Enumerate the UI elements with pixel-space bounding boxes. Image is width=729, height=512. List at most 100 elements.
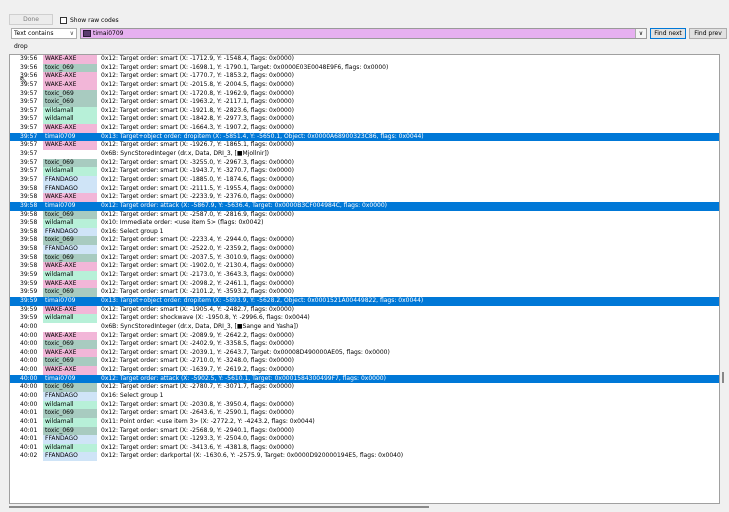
filter-mode-select[interactable]: Text contains ∨ — [11, 28, 77, 39]
log-time: 39:57 — [20, 124, 38, 132]
log-time: 39:58 — [20, 262, 38, 270]
log-time: 40:01 — [20, 435, 38, 443]
horizontal-scrollbar[interactable] — [9, 504, 720, 512]
find-next-button[interactable]: Find next — [650, 28, 686, 39]
log-row[interactable]: 39:57 0x6B: SyncStoredInteger (dr.x, Data… — [10, 150, 719, 159]
log-row[interactable]: 39:57 wildamall 0x12: Target order: smart … — [10, 106, 719, 116]
log-row[interactable]: 39:57 toxic_069 0x12: Target order: smart … — [10, 89, 719, 99]
log-row[interactable]: 40:00 wildamall 0x12: Target order: smart … — [10, 400, 719, 410]
log-row[interactable]: 39:59 wildamall 0x12: Target order: shockw… — [10, 314, 719, 323]
log-row[interactable]: 40:00 FFANDAGO 0x16: Select group 1 — [10, 391, 719, 401]
log-player: WAKE-AXE — [43, 262, 97, 272]
log-player: WAKE-AXE — [43, 141, 97, 151]
log-player: toxic_069 — [43, 340, 97, 349]
log-row[interactable]: 39:58 WAKE-AXE 0x12: Target order: smart (… — [10, 262, 719, 272]
log-message: 0x13: Target+object order: dropitem (X: … — [101, 132, 424, 140]
log-message: 0x12: Target order: smart (X: -1293.3, Y… — [101, 435, 295, 443]
log-row[interactable]: 39:56 WAKE-AXE 0x12: Target order: smart (… — [10, 72, 719, 81]
log-player: toxic_069 — [43, 63, 97, 73]
log-row[interactable]: 40:01 wildamall 0x12: Target order: smart … — [10, 443, 719, 453]
log-row[interactable]: 39:58 wildamall 0x10: Immediate order: <us… — [10, 219, 719, 228]
log-row[interactable]: 39:58 toxic_069 0x12: Target order: smart … — [10, 236, 719, 246]
log-row[interactable]: 40:00 0x6B: SyncStoredInteger (dr.x, Data… — [10, 323, 719, 332]
log-message: 0x12: Target order: smart (X: -2015.8, Y… — [101, 80, 295, 88]
log-row[interactable]: 39:57 wildamall 0x12: Target order: smart … — [10, 167, 719, 176]
log-row[interactable]: 40:01 toxic_069 0x12: Target order: smart … — [10, 409, 719, 418]
log-player: WAKE-AXE — [43, 279, 97, 289]
log-message: 0x12: Target order: smart (X: -1943.7, Y… — [101, 167, 295, 175]
log-player: wildamall — [43, 106, 97, 116]
log-time: 39:59 — [20, 296, 38, 304]
log-time: 39:57 — [20, 158, 38, 166]
log-message: 0x12: Target order: smart (X: -1921.8, Y… — [101, 106, 295, 114]
log-row[interactable]: 39:58 toxic_069 0x12: Target order: smart … — [10, 210, 719, 220]
log-row[interactable]: 39:59 WAKE-AXE 0x12: Target order: smart (… — [10, 305, 719, 315]
log-row[interactable]: 40:00 timai0709 0x12: Target order: attack… — [10, 374, 719, 384]
log-row[interactable]: 40:00 WAKE-AXE 0x12: Target order: smart (… — [10, 348, 719, 358]
log-row[interactable]: 39:57 FFANDAGO 0x12: Target order: smart (… — [10, 175, 719, 185]
player-search-input[interactable]: timai0709 ∨ — [80, 28, 647, 39]
log-row[interactable]: 40:01 FFANDAGO 0x12: Target order: smart (… — [10, 435, 719, 444]
scrollbar-thumb[interactable] — [722, 372, 724, 383]
log-message: 0x12: Target order: smart (X: -2233.9, Y… — [101, 193, 295, 201]
log-row[interactable]: 40:00 toxic_069 0x12: Target order: smart … — [10, 383, 719, 392]
log-row[interactable]: 40:00 toxic_069 0x12: Target order: smart … — [10, 357, 719, 367]
chevron-down-icon[interactable]: ∨ — [635, 29, 646, 38]
log-row[interactable]: 39:57 WAKE-AXE 0x12: Target order: smart (… — [10, 80, 719, 90]
log-row[interactable]: 39:57 toxic_069 0x12: Target order: smart … — [10, 98, 719, 107]
log-row[interactable]: 40:00 WAKE-AXE 0x12: Target order: smart (… — [10, 331, 719, 341]
done-button[interactable]: Done — [9, 14, 53, 25]
log-row[interactable]: 40:00 WAKE-AXE 0x12: Target order: smart (… — [10, 366, 719, 375]
vertical-scrollbar[interactable] — [720, 54, 729, 504]
checkbox-box[interactable] — [60, 16, 67, 24]
player-icon — [83, 30, 91, 37]
log-row[interactable]: 39:58 FFANDAGO 0x16: Select group 1 — [10, 227, 719, 237]
log-row[interactable]: 40:01 wildamall 0x11: Point order: <use it… — [10, 417, 719, 427]
log-row[interactable]: 40:00 toxic_069 0x12: Target order: smart … — [10, 340, 719, 349]
show-raw-codes-checkbox[interactable]: Show raw codes — [60, 15, 119, 25]
log-player: timai0709 — [45, 374, 76, 382]
log-time: 40:01 — [20, 417, 38, 425]
log-player: toxic_069 — [43, 426, 97, 436]
log-row[interactable]: 39:57 wildamall 0x12: Target order: smart … — [10, 115, 719, 125]
log-row[interactable]: 40:02 FFANDAGO 0x12: Target order: darkpor… — [10, 452, 719, 462]
log-row[interactable]: 39:58 timai0709 0x12: Target order: attack… — [10, 201, 719, 211]
log-message: 0x12: Target order: smart (X: -2098.2, Y… — [101, 279, 295, 287]
log-message: 0x12: Target order: smart (X: -2233.4, Y… — [101, 236, 295, 244]
log-player: toxic_069 — [43, 236, 97, 246]
log-row[interactable]: 39:57 toxic_069 0x12: Target order: smart … — [10, 158, 719, 168]
log-time: 40:01 — [20, 443, 38, 451]
log-time: 40:00 — [20, 340, 38, 348]
search-value: timai0709 — [93, 30, 124, 37]
log-row[interactable]: 39:57 WAKE-AXE 0x12: Target order: smart (… — [10, 124, 719, 133]
log-player: FFANDAGO — [43, 175, 97, 185]
log-row[interactable]: 39:58 FFANDAGO 0x12: Target order: smart (… — [10, 245, 719, 254]
log-message: 0x12: Target order: smart (X: -2089.9, Y… — [101, 331, 295, 339]
log-player: WAKE-AXE — [43, 72, 97, 81]
log-row[interactable]: 39:58 toxic_069 0x12: Target order: smart … — [10, 253, 719, 263]
action-log-list[interactable]: 39:56 WAKE-AXE 0x12: Target order: smart (… — [9, 54, 720, 504]
log-player: WAKE-AXE — [43, 124, 97, 133]
log-message: 0x12: Target order: smart (X: -2643.6, Y… — [101, 409, 295, 417]
log-row[interactable]: 39:56 WAKE-AXE 0x12: Target order: smart (… — [10, 55, 719, 64]
log-row[interactable]: 39:57 WAKE-AXE 0x12: Target order: smart (… — [10, 141, 719, 151]
horizontal-scrollbar-thumb[interactable] — [9, 506, 429, 508]
log-row[interactable]: 39:59 WAKE-AXE 0x12: Target order: smart (… — [10, 279, 719, 289]
log-row[interactable]: 39:59 timai0709 0x13: Target+object order:… — [10, 296, 719, 306]
log-message: 0x12: Target order: smart (X: -2568.9, Y… — [101, 426, 295, 434]
log-player: WAKE-AXE — [43, 193, 97, 202]
log-row[interactable]: 40:01 toxic_069 0x12: Target order: smart … — [10, 426, 719, 436]
log-time: 39:59 — [20, 279, 38, 287]
log-row[interactable]: 39:56 toxic_069 0x12: Target order: smart … — [10, 63, 719, 73]
log-time: 39:57 — [20, 132, 38, 140]
log-time: 39:57 — [20, 175, 38, 183]
log-row[interactable]: 39:58 WAKE-AXE 0x12: Target order: smart (… — [10, 193, 719, 202]
log-time: 39:56 — [20, 63, 38, 71]
query-text[interactable]: drop — [14, 43, 28, 51]
log-player: toxic_069 — [43, 288, 97, 297]
log-row[interactable]: 39:59 wildamall 0x12: Target order: smart … — [10, 271, 719, 280]
log-row[interactable]: 39:59 toxic_069 0x12: Target order: smart … — [10, 288, 719, 297]
log-row[interactable]: 39:58 FFANDAGO 0x12: Target order: smart (… — [10, 184, 719, 194]
log-row[interactable]: 39:57 timai0709 0x13: Target+object order:… — [10, 132, 719, 142]
find-prev-button[interactable]: Find prev — [689, 28, 727, 39]
